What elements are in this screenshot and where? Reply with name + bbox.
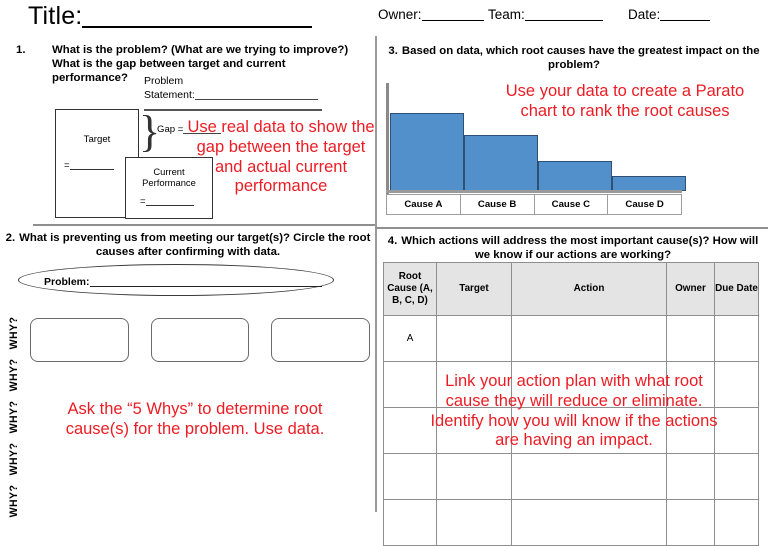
chart-bar bbox=[390, 113, 464, 191]
section-3-number: 3. bbox=[388, 45, 398, 57]
title-label: Title: bbox=[28, 2, 83, 30]
title-input-rule[interactable] bbox=[82, 26, 312, 28]
target-value-field[interactable]: = bbox=[64, 160, 114, 171]
why-box[interactable] bbox=[30, 318, 129, 362]
annotation-action-plan: Link your action plan with what root cau… bbox=[430, 372, 718, 450]
current-label-line1: Current bbox=[153, 166, 185, 177]
annotation-5whys: Ask the “5 Whys” to determine root cause… bbox=[65, 400, 325, 438]
table-row bbox=[383, 499, 759, 546]
chart-category-label: Cause A bbox=[387, 195, 461, 214]
chart-category-label: Cause D bbox=[625, 199, 664, 210]
annotation-pareto: Use your data to create a Parato chart t… bbox=[505, 82, 745, 120]
table-column-header: Target bbox=[436, 262, 512, 316]
owner-input-rule[interactable] bbox=[421, 20, 484, 21]
problem-statement-input-rule-1[interactable] bbox=[194, 99, 318, 101]
table-cell[interactable]: A bbox=[383, 315, 437, 362]
why-label: WHY? bbox=[8, 484, 20, 518]
table-cell[interactable] bbox=[714, 453, 759, 500]
why-label-column: WHY? WHY? WHY? WHY? WHY? bbox=[2, 312, 28, 518]
annotation-gap: Use real data to show the gap between th… bbox=[187, 118, 375, 196]
team-field[interactable]: Team: bbox=[488, 7, 603, 22]
table-cell[interactable] bbox=[436, 453, 512, 500]
problem-field[interactable]: Problem: bbox=[44, 276, 322, 288]
gap-brace-icon: } bbox=[139, 107, 161, 156]
section-2-number: 2. bbox=[5, 232, 16, 244]
problem-label: Problem: bbox=[44, 276, 90, 288]
chart-category-label: Cause B bbox=[461, 195, 535, 214]
table-cell[interactable] bbox=[666, 315, 715, 362]
table-cell[interactable] bbox=[511, 453, 667, 500]
table-cell[interactable] bbox=[511, 315, 667, 362]
problem-input-rule[interactable] bbox=[89, 286, 322, 287]
table-column-header: Owner bbox=[666, 262, 715, 316]
action-plan-table-head: Root Cause (A, B, C, D) Target Action Owner… bbox=[383, 262, 759, 316]
section-4: 4. Which actions will address the most im… bbox=[384, 234, 762, 263]
table-cell[interactable] bbox=[436, 315, 512, 362]
section-3-question: Based on data, which root causes have th… bbox=[401, 45, 760, 72]
problem-statement-label-line1: Problem bbox=[144, 75, 184, 87]
table-row: A bbox=[383, 315, 759, 362]
table-row bbox=[383, 453, 759, 500]
section-1-number: 1. bbox=[16, 44, 26, 56]
why-box[interactable] bbox=[150, 318, 250, 362]
owner-label: Owner: bbox=[378, 7, 422, 22]
table-column-header: Action bbox=[511, 262, 667, 316]
table-cell[interactable] bbox=[714, 315, 759, 362]
table-cell[interactable] bbox=[666, 499, 715, 546]
gap-label: Gap = bbox=[157, 124, 184, 135]
chart-category-label: Cause C bbox=[535, 195, 609, 214]
table-cell[interactable] bbox=[436, 499, 512, 546]
chart-bar bbox=[464, 134, 538, 191]
target-input-rule[interactable] bbox=[69, 169, 114, 170]
chart-bar bbox=[538, 160, 612, 191]
right-horizontal-divider bbox=[375, 227, 768, 229]
target-label: Target bbox=[83, 134, 111, 145]
section-4-question: Which actions will address the most impo… bbox=[401, 235, 759, 262]
section-2-question: What is preventing us from meeting our t… bbox=[19, 232, 371, 259]
team-label: Team: bbox=[488, 7, 525, 22]
table-cell[interactable] bbox=[383, 499, 437, 546]
table-cell[interactable] bbox=[511, 499, 667, 546]
table-header-row: Root Cause (A, B, C, D) Target Action Owner… bbox=[383, 262, 759, 316]
owner-field[interactable]: Owner: bbox=[378, 7, 484, 22]
vertical-divider bbox=[375, 36, 377, 512]
table-cell[interactable] bbox=[666, 453, 715, 500]
table-column-header: Root Cause (A, B, C, D) bbox=[383, 262, 437, 316]
chart-x-axis bbox=[386, 190, 682, 193]
chart-y-axis bbox=[386, 83, 389, 195]
a3-problem-solving-worksheet: Title: Owner: Team: Date: 1. What is the… bbox=[0, 0, 768, 546]
table-cell[interactable] bbox=[714, 499, 759, 546]
table-cell[interactable] bbox=[383, 453, 437, 500]
worksheet-header: Title: Owner: Team: Date: bbox=[0, 0, 768, 36]
why-box[interactable] bbox=[271, 318, 371, 362]
date-input-rule[interactable] bbox=[660, 20, 711, 21]
left-horizontal-divider bbox=[33, 224, 375, 226]
why-box-row bbox=[30, 318, 371, 362]
current-value-field[interactable]: = bbox=[140, 196, 194, 207]
section-4-number: 4. bbox=[387, 235, 398, 247]
current-input-rule[interactable] bbox=[145, 205, 194, 206]
problem-statement-label-line2: Statement: bbox=[144, 89, 195, 102]
chart-bar bbox=[612, 175, 686, 191]
section-2: 2. What is preventing us from meeting our… bbox=[4, 231, 372, 260]
table-column-header: Due Date bbox=[714, 262, 759, 316]
date-label: Date: bbox=[628, 7, 661, 22]
date-field[interactable]: Date: bbox=[628, 7, 711, 22]
team-input-rule[interactable] bbox=[524, 20, 603, 21]
section-3: 3. Based on data, which root causes have … bbox=[384, 44, 764, 73]
chart-category-labels: Cause A Cause B Cause C Cause D bbox=[386, 194, 682, 215]
